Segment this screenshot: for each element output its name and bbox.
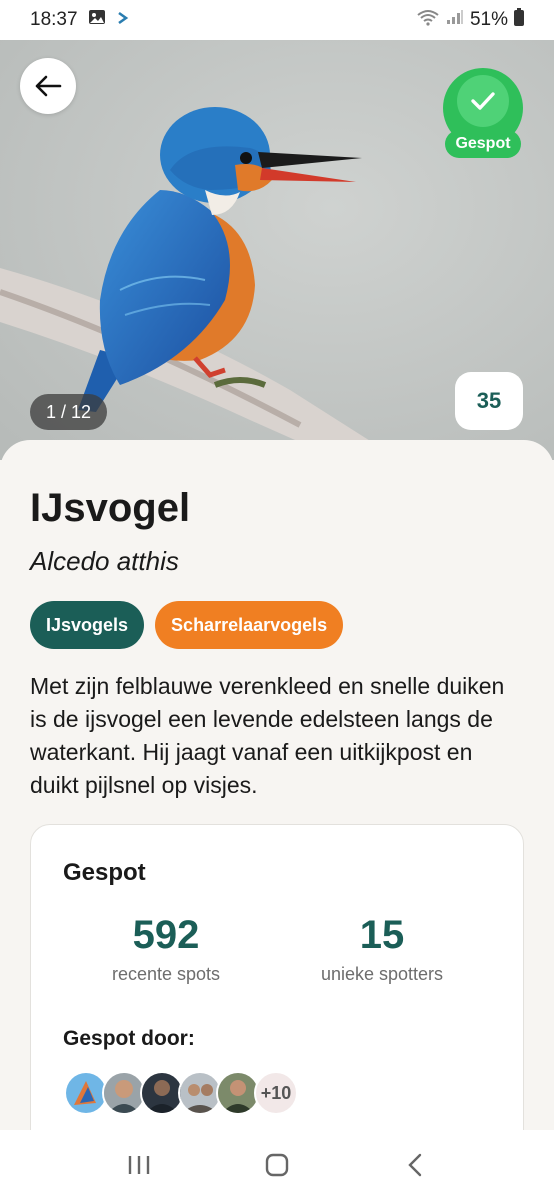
stat-label: unieke spotters (320, 964, 444, 984)
system-nav-bar (0, 1130, 554, 1200)
tag-scharrelaarvogels[interactable]: Scharrelaarvogels (155, 601, 344, 649)
prompt-icon (116, 9, 130, 31)
battery-icon (514, 8, 524, 32)
status-time: 18:37 (30, 9, 78, 30)
spotter-avatars[interactable]: +10 (64, 1071, 298, 1115)
check-icon (471, 92, 495, 110)
species-description: Met zijn felblauwe verenkleed en snelle … (30, 673, 505, 798)
stat-value: 592 (132, 913, 200, 957)
spotted-badge[interactable]: Gespot (443, 68, 523, 160)
species-latin-name: Alcedo atthis (30, 546, 179, 576)
signal-icon (446, 9, 464, 31)
species-name: IJsvogel (30, 486, 191, 530)
spotted-badge-label: Gespot (445, 130, 521, 158)
photo-counter: 1 / 12 (30, 394, 108, 430)
screen: 18:37 51% Gespot 1 / 12 35 IJsvogel Alce… (0, 0, 554, 1200)
species-detail-sheet: IJsvogel Alcedo atthis IJsvogels Scharre… (0, 440, 554, 1154)
status-right: 51% (416, 8, 524, 32)
wifi-icon (416, 8, 440, 32)
home-button[interactable] (257, 1145, 297, 1185)
arrow-left-icon (35, 75, 62, 97)
nav-back-button[interactable] (395, 1145, 435, 1185)
photo-count-chip[interactable]: 35 (455, 372, 523, 430)
home-icon (265, 1153, 289, 1177)
more-spotters-count[interactable]: +10 (254, 1071, 298, 1115)
tag-list: IJsvogels Scharrelaarvogels (30, 601, 344, 649)
status-left: 18:37 (30, 9, 130, 31)
back-icon (408, 1153, 422, 1177)
stat-value: 15 (359, 913, 405, 957)
recent-apps-icon (128, 1156, 150, 1174)
battery-percent: 51% (469, 9, 508, 30)
image-icon (88, 9, 106, 31)
spotted-card: Gespot 592 recente spots 15 unieke spott… (30, 824, 524, 1154)
tag-ijsvogels[interactable]: IJsvogels (30, 601, 145, 649)
check-icon-wrapper (457, 75, 509, 127)
status-bar: 18:37 51% (0, 0, 554, 40)
recent-apps-button[interactable] (119, 1145, 159, 1185)
stat-recent-spots: 592 recente spots (66, 913, 266, 985)
spotted-card-title: Gespot (63, 859, 146, 886)
stat-unique-spotters: 15 unieke spotters (282, 913, 482, 985)
stat-label: recente spots (111, 964, 221, 984)
back-button[interactable] (20, 58, 76, 114)
spotted-by-label: Gespot door: (63, 1027, 195, 1050)
